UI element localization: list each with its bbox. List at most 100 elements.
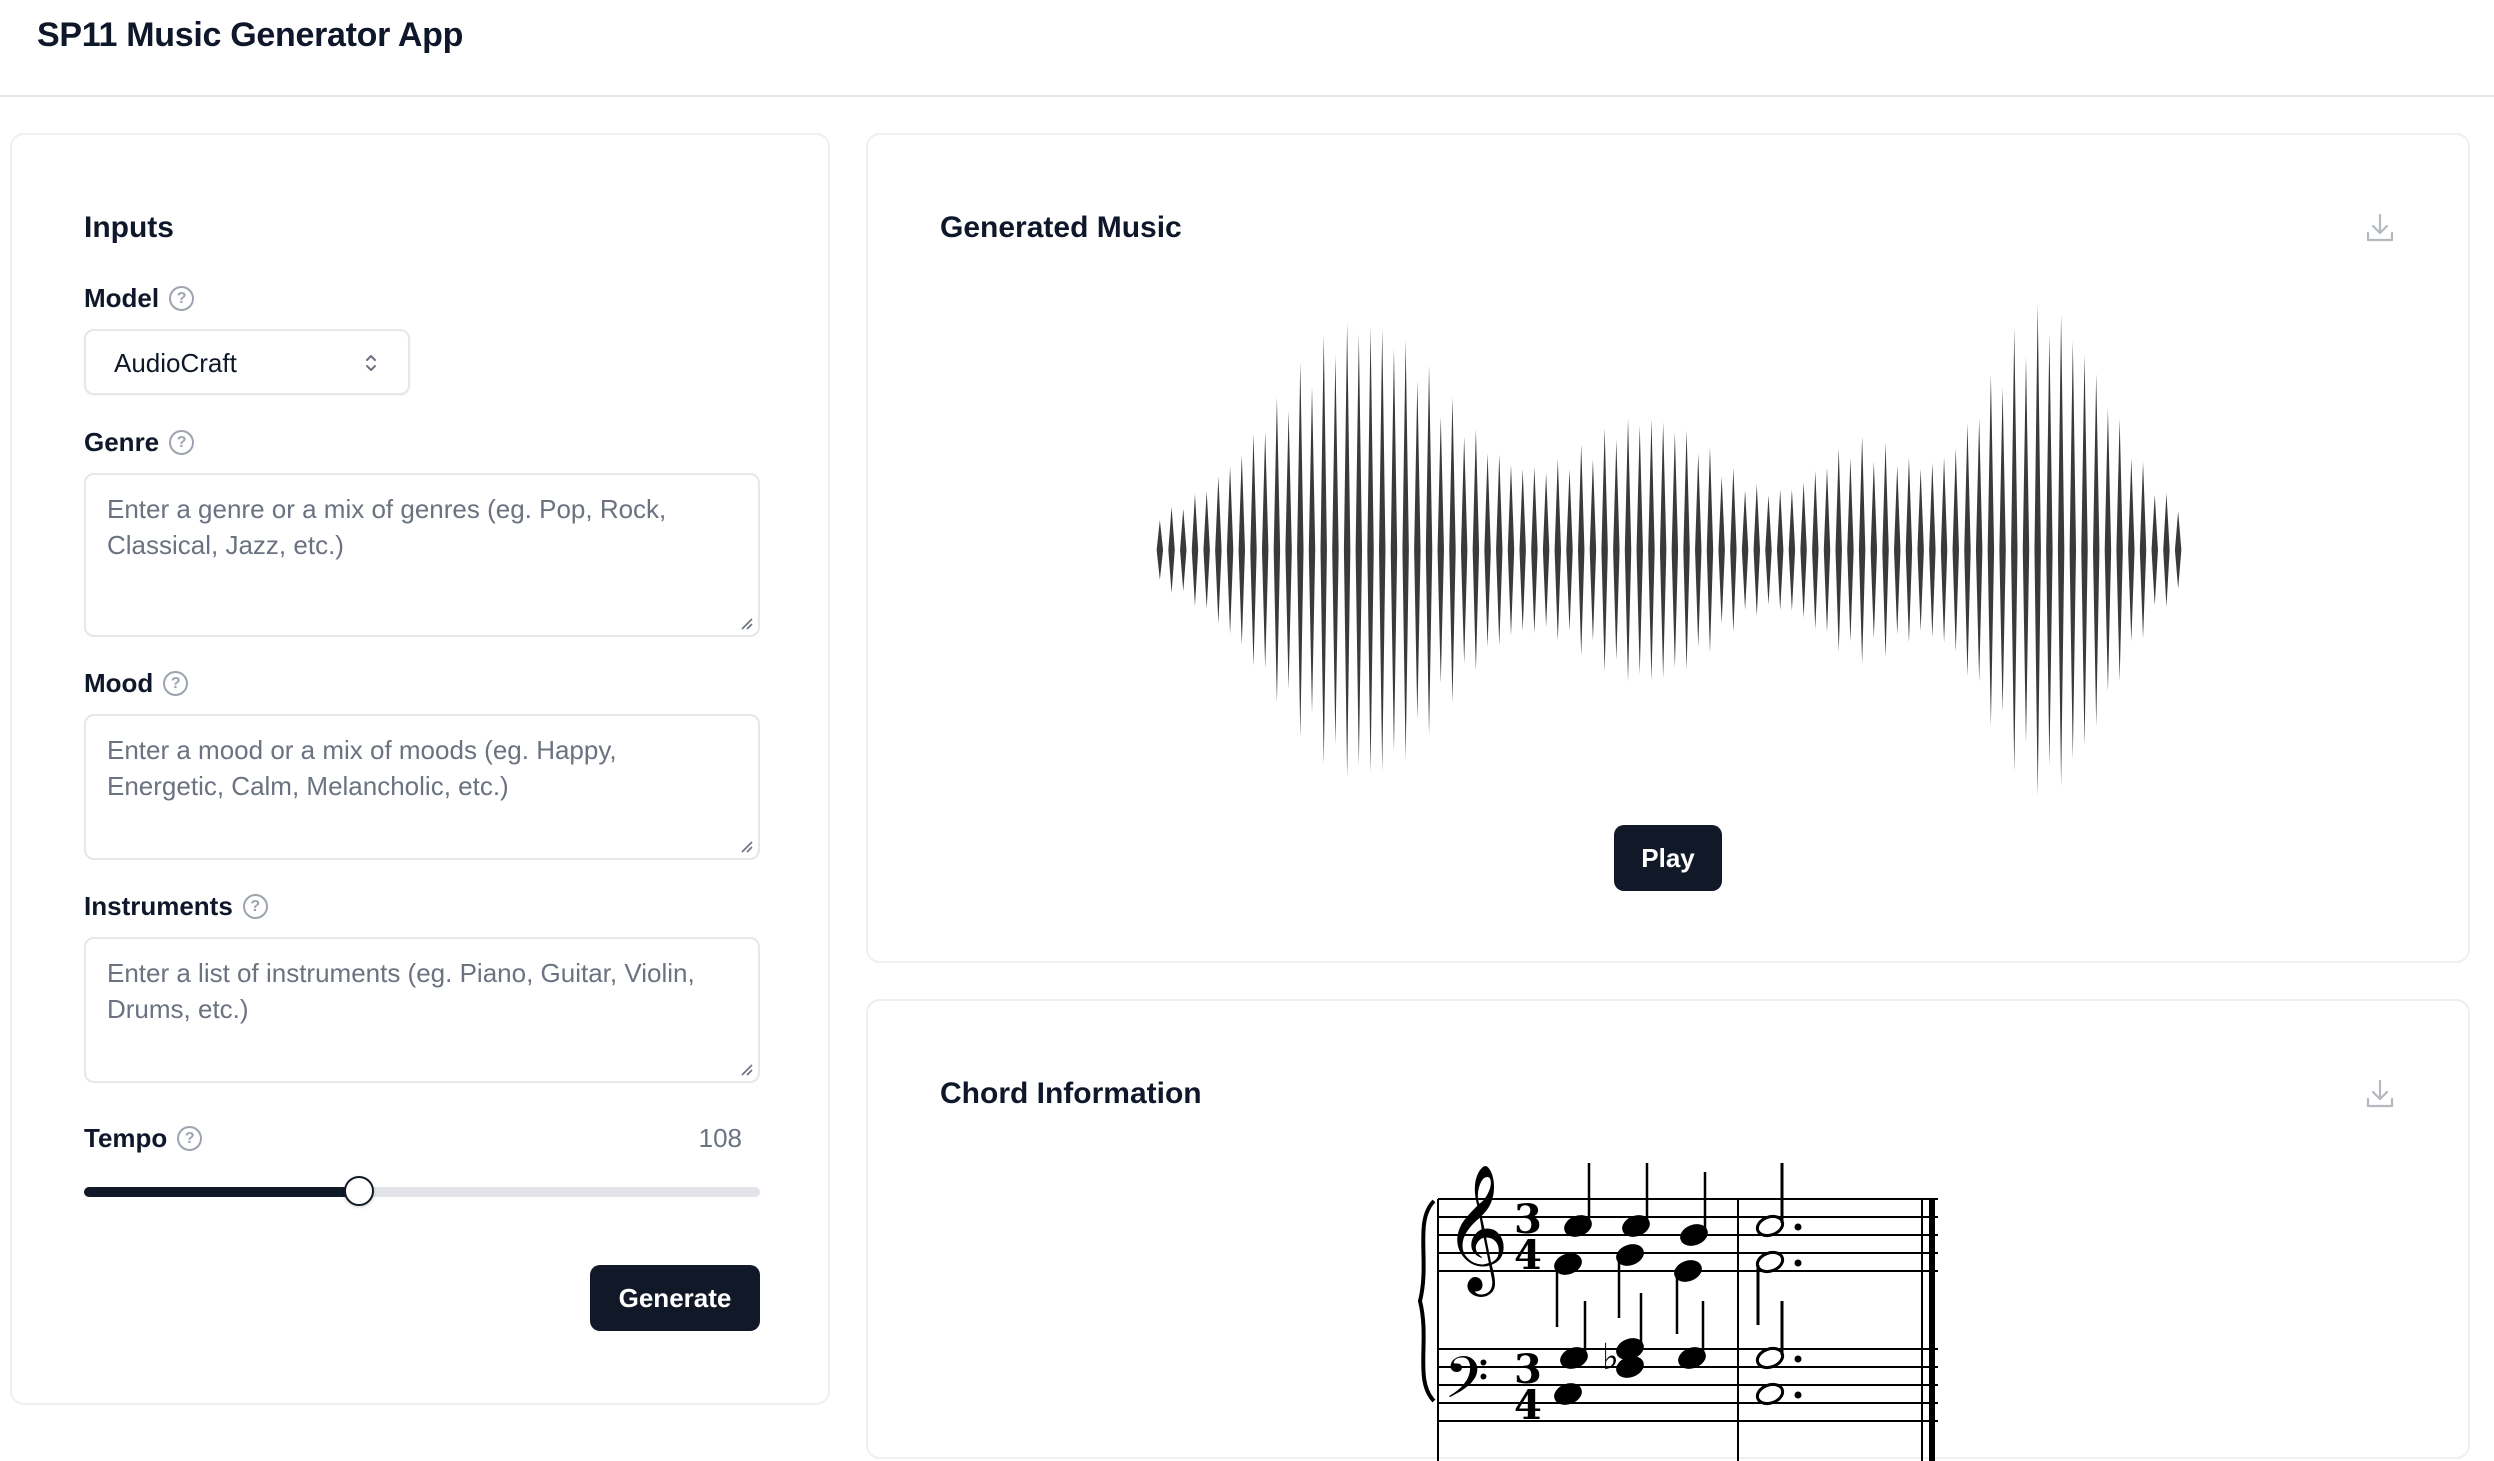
inputs-title: Inputs [84,211,174,244]
waveform-bar [2081,354,2088,746]
waveform-bar [1882,442,1889,658]
model-label: Model [84,283,160,313]
waveform-bar [1940,457,1948,643]
waveform-bar [1285,410,1292,690]
instruments-label: Instruments [84,891,233,921]
waveform-bar [1449,397,1456,703]
waveform-bar [1273,397,1281,703]
waveform-bar [1332,355,1339,745]
mood-input[interactable] [84,714,760,860]
resize-grip-icon[interactable] [738,838,754,854]
waveform-bar [2046,334,2053,766]
waveform-bar [1999,387,2006,713]
waveform-bar [1355,334,1363,766]
waveform-bar [1929,462,1936,638]
svg-text:𝄢: 𝄢 [1444,1344,1489,1426]
chord-information-title: Chord Information [940,1077,1202,1110]
chevron-updown-icon [366,355,376,371]
tempo-help-icon[interactable]: ? [177,1126,203,1151]
waveform-bar [1425,365,1433,735]
waveform-bar [1472,429,1480,671]
genre-label-row: Genre ? [84,427,195,458]
download-icon[interactable] [2364,211,2396,245]
waveform-bar [1320,335,1327,765]
waveform-bar [2163,493,2170,607]
instruments-input[interactable] [84,937,760,1083]
waveform-bar [1671,432,1679,668]
waveform-bar [1402,340,1409,760]
waveform-bar [1648,419,1655,681]
model-select[interactable]: AudioCraft [84,329,410,395]
waveform-bar [1531,466,1538,634]
waveform-bar [1695,453,1702,647]
tempo-label-row: Tempo ? [84,1123,203,1154]
waveform-bar [1261,431,1269,669]
waveform-bar [2057,314,2065,786]
waveform-bar [2022,356,2030,744]
waveform-bar [1168,506,1175,594]
model-help-icon[interactable]: ? [169,286,195,311]
mood-help-icon[interactable]: ? [163,671,189,696]
waveform-bar [1659,421,1667,679]
waveform-bar [1812,470,1819,630]
waveform-bar [1577,444,1585,656]
chord-information-panel: Chord Information 𝄞 𝄢 3 4 3 4 ♭ [866,999,2470,1461]
waveform-bar [1297,362,1304,738]
waveform-bar [1894,465,1901,635]
waveform-bar [1683,430,1690,670]
tempo-slider-thumb[interactable] [344,1176,375,1206]
waveform-bar [2174,511,2182,589]
mood-label-row: Mood ? [84,668,189,699]
waveform-bar [1776,489,1784,611]
waveform-bar [1343,322,1351,778]
tempo-value: 108 [698,1123,742,1153]
svg-text:𝄞: 𝄞 [1444,1163,1509,1297]
genre-input[interactable] [84,473,760,637]
tempo-slider[interactable] [84,1176,760,1206]
waveform-bar [1718,476,1725,624]
inputs-panel: Inputs Model ? AudioCraft Genre ? Mood ?… [10,133,830,1405]
app-title: SP11 Music Generator App [37,16,464,54]
waveform-bar [1765,495,1772,605]
waveform-bar [1191,494,1199,606]
waveform-bar [1238,454,1246,646]
waveform-bar [1800,482,1807,618]
tempo-slider-fill [84,1187,360,1197]
waveform-bar [2034,303,2041,797]
model-select-value: AudioCraft [114,348,237,378]
waveform-bar [1753,484,1761,616]
waveform-bar [1367,327,1374,773]
generate-button[interactable]: Generate [590,1265,760,1331]
waveform-bar [1226,466,1234,634]
waveform-bar [1156,520,1164,580]
waveform-bar [1905,457,1913,643]
waveform-bar [1952,448,1959,652]
instruments-label-row: Instruments ? [84,891,268,922]
svg-text:4: 4 [1514,1382,1542,1429]
instruments-help-icon[interactable]: ? [242,894,268,919]
svg-text:4: 4 [1514,1232,1542,1279]
waveform-bar [2092,373,2100,727]
resize-grip-icon[interactable] [738,1061,754,1077]
resize-grip-icon[interactable] [738,615,754,631]
waveform-bar [1870,461,1878,639]
waveform-bar [1180,508,1187,592]
waveform-bar [1203,491,1210,609]
waveform-bar [1437,416,1444,684]
genre-help-icon[interactable]: ? [169,430,195,455]
waveform-bar [1835,448,1842,652]
waveform-bar [1496,454,1503,646]
waveform-bar [1847,458,1854,642]
waveform-bar [2139,461,2147,639]
waveform-graphic [1156,303,2182,797]
waveform-bar [1741,490,1749,610]
waveform-bar [1858,436,1866,664]
play-button[interactable]: Play [1614,825,1722,891]
download-icon[interactable] [2364,1077,2396,1111]
waveform-bar [1613,439,1620,661]
waveform-bar [1964,423,1971,677]
waveform-bar [1987,374,1995,726]
generated-music-panel: Generated Music Play [866,133,2470,963]
waveform-bar [2151,494,2158,606]
model-label-row: Model ? [84,283,195,314]
